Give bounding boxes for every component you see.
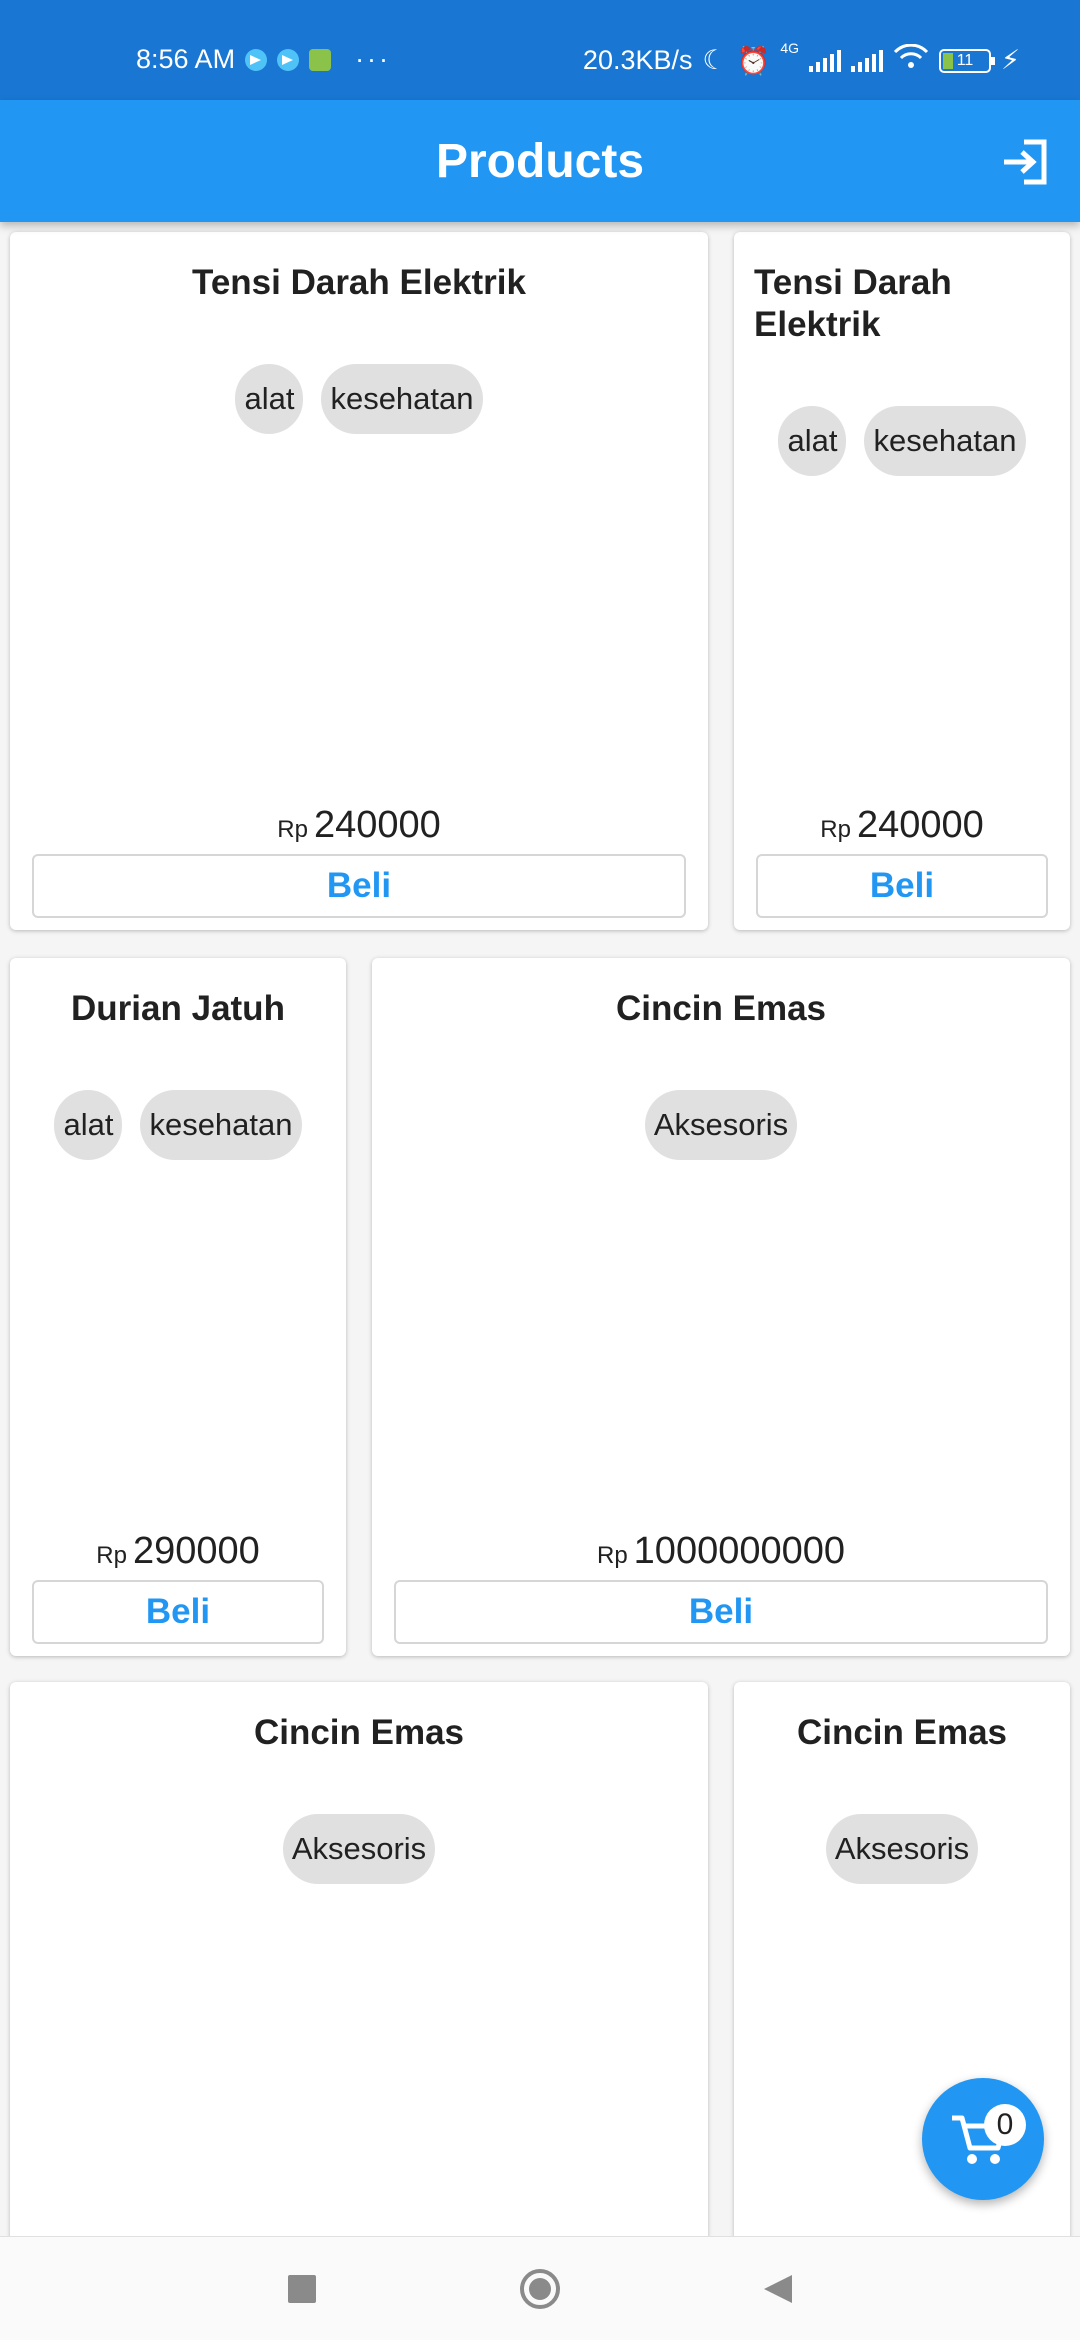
signal-icon	[809, 49, 842, 72]
tag-chip: alat	[54, 1090, 123, 1160]
price-amount: 290000	[132, 1530, 260, 1572]
status-bar: 8:56 AM ··· 20.3KB/s ☾ ⏰ 4G 11 ⚡	[0, 0, 1080, 100]
system-nav-bar	[0, 2236, 1080, 2340]
product-card: Cincin Emas Aksesoris	[10, 1682, 708, 2236]
product-card: Durian Jatuh alat kesehatan Rp 290000 Bel…	[10, 958, 346, 1656]
tag-chip: Aksesoris	[825, 1814, 979, 1884]
product-price: Rp 240000	[734, 804, 1070, 847]
signal-icon	[851, 49, 884, 72]
product-name: Cincin Emas	[615, 989, 827, 1028]
buy-button[interactable]: Beli	[394, 1580, 1048, 1644]
network-speed: 20.3KB/s	[582, 45, 693, 75]
moon-icon: ☾	[702, 45, 727, 75]
price-amount: 240000	[313, 804, 441, 846]
product-price: Rp 240000	[10, 804, 708, 847]
telegram-icon	[277, 48, 300, 71]
product-name: Tensi Darah Elektrik	[754, 263, 952, 344]
product-name: Cincin Emas	[796, 1713, 1008, 1752]
currency-label: Rp	[277, 816, 308, 843]
telegram-icon	[245, 48, 268, 71]
triangle-back-icon	[764, 2275, 792, 2303]
product-price: Rp 1000000000	[372, 1530, 1070, 1573]
circle-icon	[520, 2269, 560, 2309]
tag-chip: kesehatan	[864, 406, 1026, 476]
product-name: Cincin Emas	[253, 1713, 465, 1752]
currency-label: Rp	[820, 816, 851, 843]
tag-chip: kesehatan	[321, 364, 483, 434]
tag-chip: Aksesoris	[644, 1090, 798, 1160]
cart-button[interactable]: 0	[922, 2078, 1044, 2200]
price-amount: 240000	[856, 804, 984, 846]
home-button[interactable]	[518, 2267, 562, 2311]
currency-label: Rp	[96, 1542, 127, 1569]
status-time: 8:56 AM	[136, 44, 236, 74]
buy-button[interactable]: Beli	[756, 854, 1048, 918]
charging-icon: ⚡	[1001, 45, 1020, 75]
product-name: Durian Jatuh	[71, 989, 285, 1028]
android-icon	[309, 48, 332, 71]
product-card: Tensi Darah Elektrik alat kesehatan Rp 24…	[10, 232, 708, 930]
logout-button[interactable]	[996, 132, 1056, 192]
tag-chip: alat	[778, 406, 847, 476]
back-button[interactable]	[756, 2267, 800, 2311]
alarm-icon: ⏰	[736, 45, 771, 76]
price-amount: 1000000000	[633, 1530, 846, 1572]
wifi-icon	[893, 43, 929, 77]
currency-label: Rp	[596, 1542, 628, 1569]
cart-count-badge: 0	[984, 2104, 1026, 2146]
buy-button[interactable]: Beli	[32, 1580, 324, 1644]
battery-icon: 11	[939, 48, 996, 73]
battery-level: 11	[956, 51, 974, 69]
tag-chip: alat	[235, 364, 304, 434]
recent-apps-button[interactable]	[280, 2267, 324, 2311]
product-grid: Tensi Darah Elektrik alat kesehatan Rp 24…	[0, 222, 1080, 2236]
tag-chip: kesehatan	[140, 1090, 302, 1160]
tag-chip: Aksesoris	[282, 1814, 436, 1884]
product-name: Tensi Darah Elektrik	[192, 263, 526, 302]
square-icon	[288, 2275, 316, 2303]
product-card: Tensi Darah Elektrik alat kesehatan Rp 24…	[734, 232, 1070, 930]
app-bar: Products	[0, 100, 1080, 222]
more-notifications-icon: ···	[355, 44, 392, 74]
logout-icon	[1004, 139, 1047, 185]
buy-button[interactable]: Beli	[32, 854, 686, 918]
product-price: Rp 290000	[10, 1530, 346, 1573]
page-title: Products	[435, 135, 645, 188]
network-type: 4G	[780, 40, 800, 56]
product-card: Cincin Emas Aksesoris Rp 1000000000 Beli	[372, 958, 1070, 1656]
